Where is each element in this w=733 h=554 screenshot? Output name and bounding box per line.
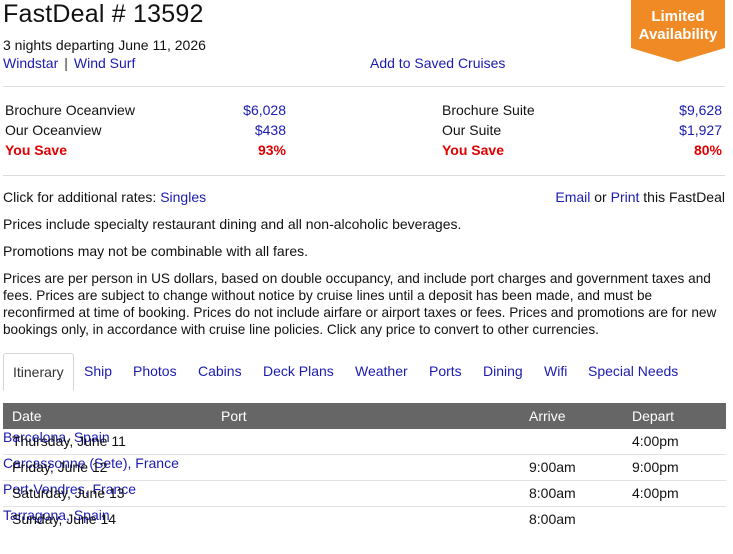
ship-link[interactable]: Wind Surf [74,55,135,71]
rate-row: Our Oceanview $438 [5,120,286,140]
row-arrive: 9:00am [529,459,576,475]
rate-row: Our Suite $1,927 [442,120,722,140]
table-row: Friday, June 12 Carcassonne (Sete), Fran… [3,455,726,481]
detail-tabs: Itinerary Ship Photos Cabins Deck Plans … [3,353,725,391]
email-print-links: Email or Print this FastDeal [555,189,725,205]
savings-row: You Save 93% [5,140,286,160]
rate-row: Brochure Suite $9,628 [442,100,722,120]
table-row: Sunday, June 14 Tarragona, Spain 8:00am [3,507,726,532]
row-date: Friday, June 12 [12,459,108,475]
page-title: FastDeal # 13592 [3,0,204,28]
badge-line1: Limited [651,8,705,25]
tab-deck-plans[interactable]: Deck Plans [263,353,334,389]
brochure-suite-price[interactable]: $9,628 [679,100,722,120]
tab-cabins[interactable]: Cabins [198,353,242,389]
table-row: Saturday, June 13 Port-Vendres, France 8… [3,481,726,507]
or-text: or [590,189,611,205]
additional-rates-label: Click for additional rates: [3,189,161,205]
rate-label: Our Oceanview [5,122,102,138]
departure-info: 3 nights departing June 11, 2026 [3,37,206,53]
print-link[interactable]: Print [611,189,640,205]
header-date: Date [12,408,42,424]
our-oceanview-price[interactable]: $438 [255,120,286,140]
savings-row: You Save 80% [442,140,722,160]
tab-weather[interactable]: Weather [355,353,408,389]
suite-savings: 80% [693,142,722,158]
brochure-oceanview-price[interactable]: $6,028 [243,100,286,120]
limited-availability-badge: Limited Availability [631,0,725,62]
header-depart: Depart [632,408,675,424]
tab-ship[interactable]: Ship [84,353,112,389]
oceanview-rates: Brochure Oceanview $6,028 Our Oceanview … [5,100,286,160]
row-depart: 4:00pm [632,485,679,501]
promotions-note: Promotions may not be combinable with al… [3,243,309,259]
cruise-line-ship: Windstar | Wind Surf [3,55,135,71]
price-disclaimer: Prices are per person in US dollars, bas… [3,271,717,337]
oceanview-savings: 93% [257,142,286,158]
separator: | [64,55,68,71]
rate-label: Brochure Oceanview [5,102,135,118]
divider [3,175,725,176]
our-suite-price[interactable]: $1,927 [679,120,722,140]
tab-photos[interactable]: Photos [133,353,177,389]
tab-special-needs[interactable]: Special Needs [588,353,678,389]
email-link[interactable]: Email [555,189,590,205]
row-date: Thursday, June 11 [12,433,126,449]
header-arrive: Arrive [529,408,566,424]
badge-line2: Availability [638,26,718,43]
savings-label: You Save [5,142,67,158]
dining-note: Prices include specialty restaurant dini… [3,216,462,232]
this-fastdeal-text: this FastDeal [639,189,725,205]
tab-dining[interactable]: Dining [483,353,523,389]
row-date: Saturday, June 13 [12,485,125,501]
rate-label: Our Suite [442,122,502,138]
tab-itinerary[interactable]: Itinerary [3,353,74,391]
table-header: Date Port Arrive Depart [3,403,726,429]
singles-link[interactable]: Singles [160,189,206,205]
divider [3,86,725,87]
suite-rates: Brochure Suite $9,628 Our Suite $1,927 Y… [442,100,722,160]
cruise-line-link[interactable]: Windstar [3,55,58,71]
savings-label: You Save [442,142,504,158]
itinerary-table: Date Port Arrive Depart Thursday, June 1… [3,403,726,532]
row-arrive: 8:00am [529,485,576,501]
row-depart: 9:00pm [632,459,679,475]
row-date: Sunday, June 14 [12,511,117,527]
tab-ports[interactable]: Ports [429,353,462,389]
row-arrive: 8:00am [529,511,576,527]
rate-label: Brochure Suite [442,102,535,118]
header-port: Port [221,408,247,424]
row-depart: 4:00pm [632,433,679,449]
tab-wifi[interactable]: Wifi [544,353,567,389]
table-row: Thursday, June 11 Barcelona, Spain 4:00p… [3,429,726,455]
rate-row: Brochure Oceanview $6,028 [5,100,286,120]
add-to-saved-cruises-link[interactable]: Add to Saved Cruises [370,55,505,71]
